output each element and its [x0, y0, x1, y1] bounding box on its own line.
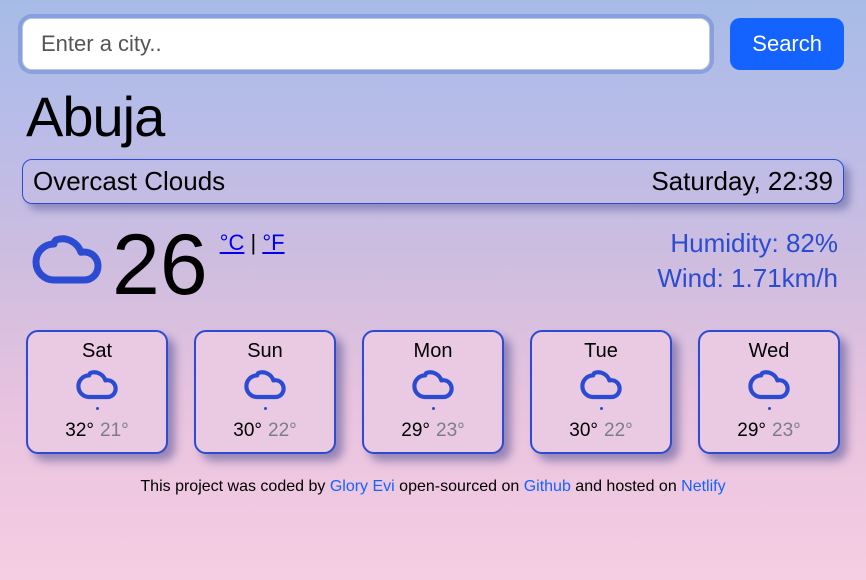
cloud-icon: [370, 367, 496, 410]
forecast-temps: 29° 23°: [706, 420, 832, 442]
forecast-card: Sun 30° 22°: [194, 330, 336, 454]
forecast-day: Tue: [538, 340, 664, 363]
cloud-icon: [34, 367, 160, 410]
cloud-icon: [538, 367, 664, 410]
forecast-low: 21°: [100, 420, 129, 441]
footer: This project was coded by Glory Evi open…: [22, 478, 844, 496]
forecast-day: Wed: [706, 340, 832, 363]
forecast-high: 30°: [569, 420, 598, 441]
unit-celsius[interactable]: °C: [220, 230, 245, 255]
forecast-temps: 30° 22°: [538, 420, 664, 442]
forecast-card: Tue 30° 22°: [530, 330, 672, 454]
stats-block: Humidity: 82% Wind: 1.71km/h: [657, 226, 838, 296]
footer-text: open-sourced on: [395, 478, 524, 495]
wind-label: Wind:: [657, 263, 731, 293]
forecast-temps: 32° 21°: [34, 420, 160, 442]
forecast-temps: 30° 22°: [202, 420, 328, 442]
footer-link-github[interactable]: Github: [524, 478, 571, 495]
cloud-icon: [28, 230, 106, 295]
unit-separator: |: [244, 230, 262, 255]
forecast-card: Mon 29° 23°: [362, 330, 504, 454]
forecast-day: Mon: [370, 340, 496, 363]
forecast-temps: 29° 23°: [370, 420, 496, 442]
temperature-block: 26 °C | °F: [28, 222, 285, 308]
search-row: Search: [22, 18, 844, 70]
forecast-row: Sat 32° 21° Sun 30° 22° Mon 29°: [22, 330, 844, 454]
forecast-low: 22°: [604, 420, 633, 441]
forecast-low: 22°: [268, 420, 297, 441]
cloud-icon: [706, 367, 832, 410]
footer-link-netlify[interactable]: Netlify: [681, 478, 725, 495]
datetime-text: Saturday, 22:39: [651, 166, 833, 197]
footer-text: and hosted on: [571, 478, 681, 495]
forecast-day: Sun: [202, 340, 328, 363]
humidity-row: Humidity: 82%: [657, 226, 838, 261]
forecast-low: 23°: [436, 420, 465, 441]
forecast-card: Sat 32° 21°: [26, 330, 168, 454]
wind-value: 1.71km/h: [731, 263, 838, 293]
condition-text: Overcast Clouds: [33, 166, 225, 197]
humidity-label: Humidity:: [670, 228, 786, 258]
condition-bar: Overcast Clouds Saturday, 22:39: [22, 159, 844, 204]
search-input[interactable]: [22, 18, 710, 70]
forecast-high: 29°: [401, 420, 430, 441]
unit-fahrenheit[interactable]: °F: [262, 230, 284, 255]
forecast-low: 23°: [772, 420, 801, 441]
wind-row: Wind: 1.71km/h: [657, 261, 838, 296]
footer-link-author[interactable]: Glory Evi: [330, 478, 395, 495]
humidity-value: 82%: [786, 228, 838, 258]
footer-text: This project was coded by: [140, 478, 329, 495]
unit-toggle: °C | °F: [220, 230, 285, 256]
forecast-card: Wed 29° 23°: [698, 330, 840, 454]
search-button[interactable]: Search: [730, 18, 844, 70]
cloud-icon: [202, 367, 328, 410]
forecast-day: Sat: [34, 340, 160, 363]
temperature-value: 26: [112, 222, 208, 308]
current-weather: 26 °C | °F Humidity: 82% Wind: 1.71km/h: [22, 222, 844, 308]
forecast-high: 30°: [233, 420, 262, 441]
forecast-high: 29°: [737, 420, 766, 441]
city-name: Abuja: [26, 84, 844, 149]
forecast-high: 32°: [65, 420, 94, 441]
